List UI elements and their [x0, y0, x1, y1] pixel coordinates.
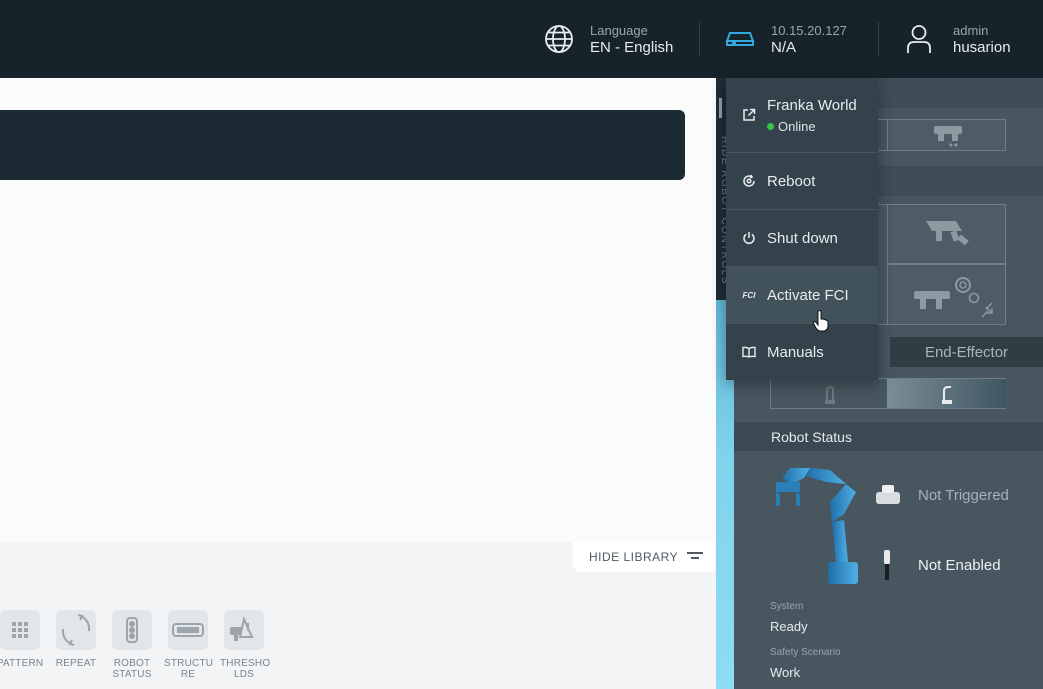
library-item-label: THRESHO LDS [220, 658, 271, 680]
pilot-icon [825, 385, 835, 404]
menu-item-label: Franka World [767, 96, 857, 114]
language-selector[interactable]: Language EN - English [544, 0, 673, 78]
library-item-pattern[interactable]: PATTERN [0, 610, 44, 669]
gripper-mode-button[interactable] [887, 119, 1006, 151]
language-value: EN - English [590, 38, 674, 56]
gripper-settings-icon [914, 277, 993, 318]
book-icon [741, 344, 757, 360]
menu-item-franka-world[interactable]: Franka World Online [726, 78, 878, 153]
hide-library-label: HIDE LIBRARY [589, 550, 679, 564]
menu-item-label: Reboot [767, 172, 816, 190]
pilot-icon [942, 386, 952, 404]
hand-cursor-icon [812, 310, 829, 332]
top-bar: Language EN - English 10.15.20.127 N/A a… [0, 0, 1043, 78]
library-item-structure[interactable]: STRUCTU RE [164, 610, 214, 680]
robot-status-title: Robot Status [734, 422, 1043, 451]
menu-item-manuals[interactable]: Manuals [726, 324, 878, 380]
divider [878, 22, 879, 56]
divider [699, 22, 700, 56]
gripper-configure-button[interactable] [887, 204, 1006, 264]
online-status-label: Online [778, 118, 816, 134]
threshold-icon [224, 610, 264, 650]
library-item-repeat[interactable]: REPEAT [52, 610, 100, 669]
menu-item-label: Manuals [767, 343, 824, 361]
language-label: Language [590, 22, 648, 38]
enabling-device-icon [884, 550, 890, 580]
library-item-label: REPEAT [55, 658, 97, 669]
system-value: Ready [770, 619, 808, 634]
filter-icon [687, 552, 703, 559]
gripper-icon [926, 221, 969, 246]
gripper-icon [934, 126, 962, 147]
timeline-bar[interactable] [0, 110, 685, 180]
library-item-robot-status[interactable]: ROBOT STATUS [108, 610, 156, 680]
system-label: System [770, 601, 804, 612]
menu-item-activate-fci[interactable]: FCI Activate FCI [726, 267, 878, 324]
grid-icon [0, 610, 40, 650]
system-dropdown-menu: Franka World Online Reboot Shut down FCI… [726, 78, 878, 380]
connection-status: N/A [771, 38, 797, 56]
menu-item-label: Activate FCI [767, 286, 849, 304]
fci-icon: FCI [742, 290, 756, 300]
structure-icon [168, 610, 208, 650]
user-name: husarion [953, 38, 1011, 56]
online-status: Online [767, 119, 857, 134]
library-item-label: STRUCTU RE [164, 658, 214, 680]
power-icon [741, 230, 757, 246]
safety-scenario-value: Work [770, 665, 801, 680]
repeat-icon [56, 610, 96, 650]
library-item-label: PATTERN [0, 658, 44, 669]
external-activation-status: Not Triggered [918, 487, 1009, 504]
library-item-thresholds[interactable]: THRESHO LDS [220, 610, 271, 680]
external-link-icon [741, 107, 757, 123]
robot-connection[interactable]: 10.15.20.127 N/A [725, 0, 847, 78]
reboot-icon [741, 173, 757, 189]
safety-scenario-label: Safety Scenario [770, 647, 841, 658]
enabling-device-status: Not Enabled [918, 557, 1001, 574]
online-dot-icon [767, 122, 774, 130]
library-item-label: ROBOT STATUS [112, 658, 152, 680]
user-role: admin [953, 22, 989, 38]
pilot-mode-selected[interactable] [887, 379, 1006, 408]
menu-item-shut-down[interactable]: Shut down [726, 210, 878, 267]
pilot-mode-toggle[interactable] [770, 378, 1006, 409]
gripper-settings-button[interactable] [887, 264, 1006, 325]
robot-arm-image [776, 468, 858, 584]
robot-base-icon [725, 24, 755, 54]
globe-icon [544, 24, 574, 54]
user-icon [904, 24, 934, 54]
menu-item-reboot[interactable]: Reboot [726, 153, 878, 210]
tab-end-effector[interactable]: End-Effector [890, 337, 1043, 367]
traffic-light-icon [112, 610, 152, 650]
hide-library-button[interactable]: HIDE LIBRARY [573, 542, 715, 572]
ip-address: 10.15.20.127 [771, 22, 847, 38]
external-activation-device-icon [876, 485, 900, 504]
user-menu[interactable]: admin husarion [904, 0, 1011, 78]
menu-item-label: Shut down [767, 229, 838, 247]
